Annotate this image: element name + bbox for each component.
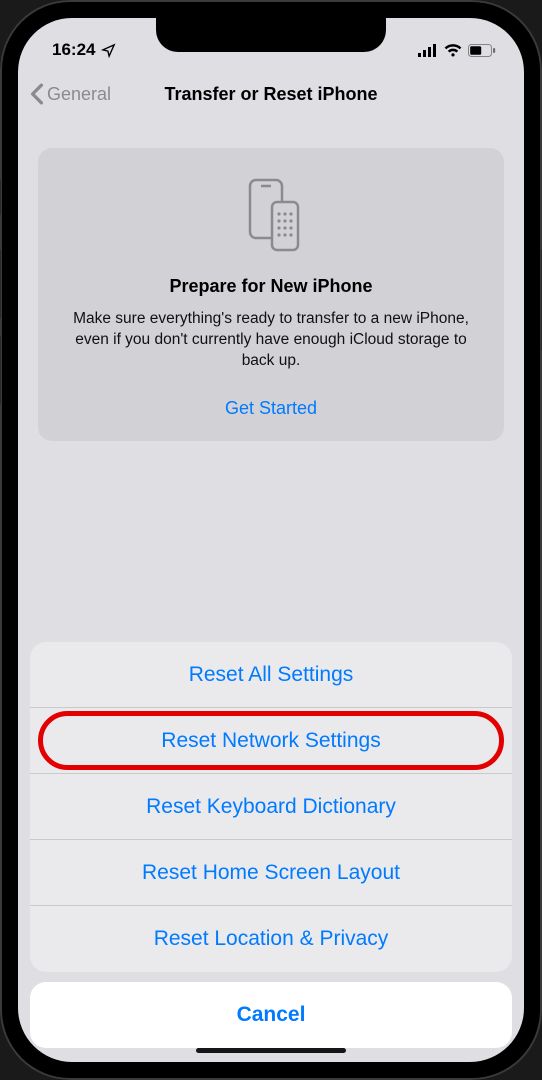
reset-location-privacy-button[interactable]: Reset Location & Privacy	[30, 906, 512, 972]
sheet-options-group: Reset All Settings Reset Network Setting…	[30, 642, 512, 972]
reset-keyboard-dictionary-button[interactable]: Reset Keyboard Dictionary	[30, 774, 512, 840]
device-frame: 16:24	[0, 0, 542, 1080]
home-indicator[interactable]	[196, 1048, 346, 1053]
reset-all-settings-button[interactable]: Reset All Settings	[30, 642, 512, 708]
reset-network-settings-button[interactable]: Reset Network Settings	[30, 708, 512, 774]
notch	[156, 18, 386, 52]
cancel-label: Cancel	[237, 1003, 306, 1027]
screen: 16:24	[18, 18, 524, 1062]
sheet-item-label: Reset Keyboard Dictionary	[146, 795, 396, 819]
reset-home-screen-layout-button[interactable]: Reset Home Screen Layout	[30, 840, 512, 906]
action-sheet: Reset All Settings Reset Network Setting…	[18, 642, 524, 1062]
sheet-item-label: Reset Home Screen Layout	[142, 861, 400, 885]
sheet-item-label: Reset Location & Privacy	[154, 927, 389, 951]
sheet-item-label: Reset All Settings	[189, 663, 354, 687]
sheet-item-label: Reset Network Settings	[161, 729, 380, 753]
cancel-button[interactable]: Cancel	[30, 982, 512, 1048]
